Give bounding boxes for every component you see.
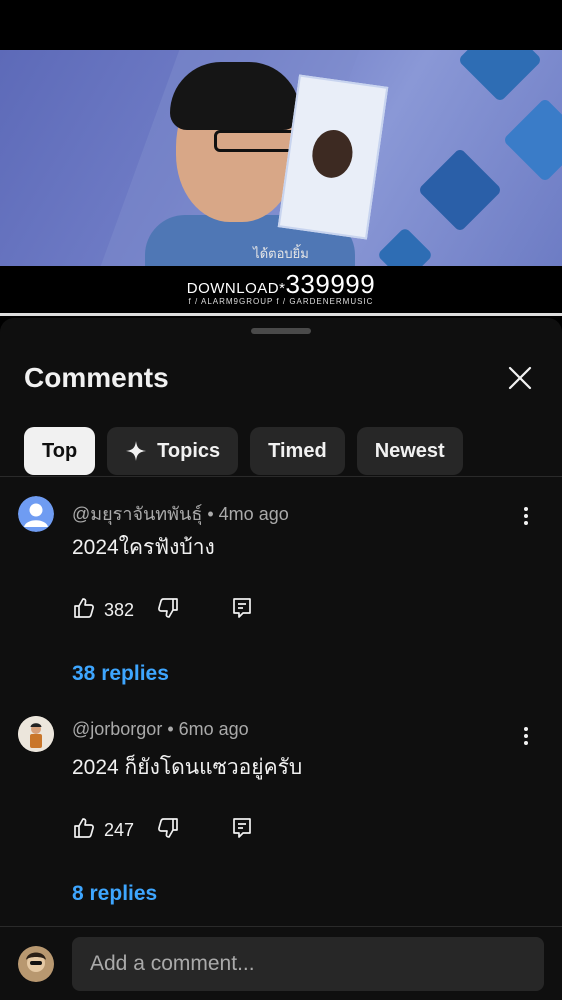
comment-composer [0, 927, 562, 1000]
video-player[interactable]: ได้ตอบยิ้ม DOWNLOAD*339999 f / ALARM9GRO… [0, 50, 562, 316]
meta-separator: • [167, 719, 179, 739]
pinwheel-decoration [417, 147, 503, 233]
user-avatar-icon [18, 946, 54, 982]
like-count: 247 [104, 819, 135, 840]
thumbs-up-icon [74, 597, 94, 618]
comment-meta: @มยุราจันทพันธุ์ • 4mo ago [72, 499, 289, 528]
thumbs-up-icon [74, 817, 94, 838]
chip-label: Newest [374, 439, 445, 462]
download-banner: DOWNLOAD*339999 [0, 269, 562, 300]
chip-topics[interactable]: Topics [107, 427, 239, 475]
download-social: f / ALARM9GROUP f / GARDENERMUSIC [188, 297, 374, 306]
view-replies-link[interactable]: 8 replies [72, 882, 157, 906]
chip-newest[interactable]: Newest [356, 427, 463, 475]
video-progress-fill [0, 313, 562, 316]
comment-actions: 247 [72, 817, 254, 843]
video-progress-bar[interactable] [0, 313, 562, 316]
thumbs-down-icon [158, 597, 178, 618]
comment-text: 2024 ก็ยังโดนแซวอยู่ครับ [72, 756, 303, 779]
comment-author[interactable]: @jorborgor [72, 719, 162, 739]
like-button[interactable] [72, 816, 96, 845]
download-code: 339999 [285, 269, 376, 299]
avatar[interactable] [18, 496, 54, 532]
sparkle-icon [125, 440, 147, 462]
chip-label: Timed [268, 439, 327, 462]
comments-panel: Comments Top Topics Timed Newest @มยุราจ… [0, 318, 562, 1000]
dislike-button[interactable] [156, 816, 180, 845]
default-avatar-icon [18, 496, 54, 532]
chip-label: Topics [157, 439, 221, 462]
video-subtitle: ได้ตอบยิ้ม [253, 246, 309, 261]
dislike-button[interactable] [156, 596, 180, 625]
pinwheel-decoration [502, 97, 562, 183]
like-count: 382 [104, 599, 135, 620]
more-options-button[interactable] [516, 724, 536, 748]
reply-button[interactable] [230, 596, 254, 625]
download-word: DOWNLOAD* [186, 280, 286, 297]
reply-comment-icon [233, 597, 251, 618]
filter-chips: Top Topics Timed Newest [24, 427, 463, 475]
like-button[interactable] [72, 596, 96, 625]
chip-timed[interactable]: Timed [250, 427, 345, 475]
person-hair [170, 62, 300, 130]
comment-time: 4mo ago [218, 504, 289, 524]
comment-author[interactable]: @มยุราจันทพันธุ์ [72, 504, 202, 524]
thumbs-down-icon [158, 817, 178, 838]
my-avatar [18, 946, 54, 982]
drag-handle[interactable] [251, 328, 311, 334]
person-glasses [214, 130, 298, 152]
chip-label: Top [42, 439, 78, 462]
comment-text: 2024ใครฟังบ้าง [72, 536, 215, 559]
comment-time: 6mo ago [178, 719, 249, 739]
chip-top[interactable]: Top [24, 427, 96, 475]
panel-title: Comments [24, 362, 169, 393]
more-vert-icon [524, 507, 528, 525]
add-comment-input[interactable] [72, 937, 544, 991]
status-bar [0, 0, 562, 50]
meta-separator: • [207, 504, 219, 524]
close-icon [508, 366, 532, 390]
user-avatar-icon [18, 716, 54, 752]
more-options-button[interactable] [516, 504, 536, 528]
reply-comment-icon [233, 817, 251, 838]
avatar[interactable] [18, 716, 54, 752]
pinwheel-decoration [457, 50, 543, 103]
more-vert-icon [524, 727, 528, 745]
comment-actions: 382 [72, 597, 254, 623]
chips-divider [0, 476, 562, 477]
close-button[interactable] [504, 362, 536, 394]
comment-meta: @jorborgor • 6mo ago [72, 719, 249, 740]
view-replies-link[interactable]: 38 replies [72, 662, 169, 686]
reply-button[interactable] [230, 816, 254, 845]
